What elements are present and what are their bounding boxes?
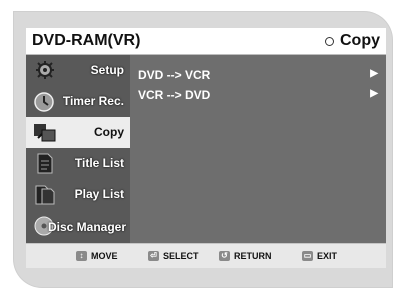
mode-label: Copy (340, 32, 380, 49)
disc-type-title: DVD-RAM(VR) (32, 32, 141, 49)
footer-exit: ▭ EXIT (302, 251, 337, 261)
footer-move: ↕ MOVE (76, 251, 118, 261)
sidebar-item-copy[interactable]: Copy (26, 117, 130, 149)
footer-exit-label: EXIT (317, 251, 338, 261)
sidebar-item-label: Play List (74, 187, 124, 201)
copy-icon (34, 124, 56, 142)
exit-icon: ▭ (302, 251, 313, 261)
mode-ring-icon (325, 36, 334, 46)
footer-return-label: RETURN (234, 251, 272, 261)
sidebar-item-disc-manager[interactable]: Disc Manager (26, 210, 130, 243)
menu-item-vcr-to-dvd[interactable]: VCR --> DVD ▶ (138, 85, 378, 105)
sidebar-item-label: Setup (90, 63, 124, 77)
sidebar-item-label: Timer Rec. (62, 94, 124, 108)
osd-screen: DVD-RAM(VR) Copy Setup Timer Rec. Copy T… (26, 28, 386, 268)
document-icon (37, 153, 53, 174)
clock-icon (34, 92, 54, 112)
sidebar-item-label: Title List (74, 156, 124, 170)
footer-select-label: SELECT (163, 251, 199, 261)
sidebar-item-title-list[interactable]: Title List (26, 148, 130, 180)
sidebar-item-timer-rec[interactable]: Timer Rec. (26, 86, 130, 118)
playlist-icon (35, 185, 55, 205)
copy-submenu: DVD --> VCR ▶ VCR --> DVD ▶ (132, 55, 386, 243)
menu-item-label: DVD --> VCR (138, 68, 211, 82)
footer-move-label: MOVE (91, 251, 118, 261)
sidebar-item-play-list[interactable]: Play List (26, 179, 130, 211)
move-icon: ↕ (76, 251, 87, 261)
gear-icon (36, 61, 54, 79)
sidebar: Setup Timer Rec. Copy Title List Play Li… (26, 55, 130, 243)
arrow-right-icon: ▶ (370, 88, 378, 99)
header-bar: DVD-RAM(VR) Copy (26, 28, 386, 55)
sidebar-item-setup[interactable]: Setup (26, 55, 130, 87)
menu-item-dvd-to-vcr[interactable]: DVD --> VCR ▶ (138, 65, 378, 85)
menu-item-label: VCR --> DVD (138, 88, 211, 102)
footer-bar: ↕ MOVE ⏎ SELECT ↺ RETURN ▭ EXIT (26, 243, 386, 268)
footer-select: ⏎ SELECT (148, 251, 199, 261)
sidebar-item-label: Copy (94, 125, 124, 139)
sidebar-item-label: Disc Manager (47, 220, 126, 234)
footer-return: ↺ RETURN (219, 251, 272, 261)
mode-indicator: Copy (325, 32, 380, 50)
arrow-right-icon: ▶ (370, 68, 378, 79)
select-icon: ⏎ (148, 251, 159, 261)
return-icon: ↺ (219, 251, 230, 261)
